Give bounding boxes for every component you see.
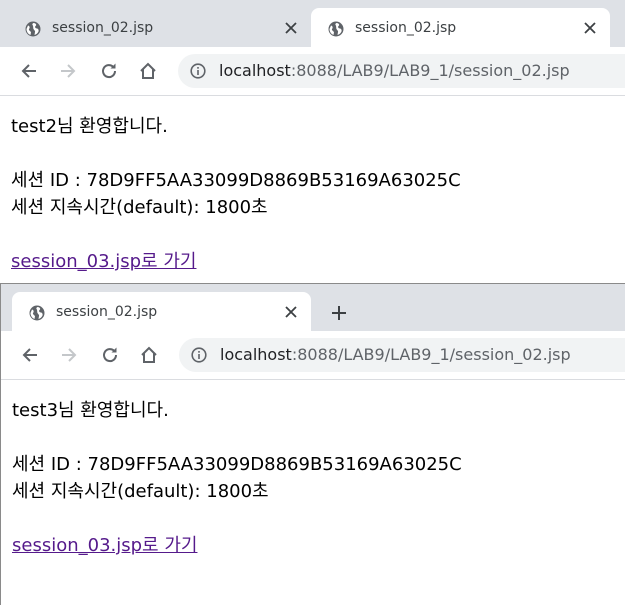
tab-session-02-active[interactable]: session_02.jsp [12, 292, 311, 331]
tab-strip: session_02.jsp [1, 284, 625, 331]
close-icon[interactable] [583, 21, 597, 35]
url-host: localhost [220, 345, 292, 364]
browser-window-2: session_02.jsp localhost:8088/LAB9/LAB9_… [0, 284, 625, 605]
browser-toolbar: localhost:8088/LAB9/LAB9_1/session_02.js… [1, 331, 625, 380]
tab-title: session_02.jsp [355, 20, 457, 36]
back-icon[interactable] [19, 61, 39, 81]
tab-strip: session_02.jsp session_02.jsp [0, 0, 625, 47]
url-host: localhost [219, 61, 291, 80]
reload-icon[interactable] [99, 61, 119, 81]
forward-icon[interactable] [59, 345, 79, 365]
close-icon[interactable] [284, 305, 298, 319]
home-icon[interactable] [139, 345, 159, 365]
tab-session-02-inactive[interactable]: session_02.jsp [8, 8, 310, 47]
globe-icon [25, 21, 41, 37]
session-03-link[interactable]: session_03.jsp로 가기 [12, 531, 197, 557]
session-id-text: 세션 ID : 78D9FF5AA33099D8869B53169A63025C [11, 170, 461, 191]
welcome-text: test3님 환영합니다. [12, 400, 169, 421]
browser-window-1: session_02.jsp session_02.jsp localhost:… [0, 0, 625, 283]
globe-icon [328, 21, 344, 37]
url-path: :8088/LAB9/LAB9_1/session_02.jsp [291, 345, 571, 364]
info-icon[interactable] [190, 63, 206, 79]
forward-icon[interactable] [58, 61, 78, 81]
tab-session-02-active[interactable]: session_02.jsp [311, 8, 610, 47]
globe-icon [29, 305, 45, 321]
address-bar[interactable]: localhost:8088/LAB9/LAB9_1/session_02.js… [178, 54, 625, 88]
browser-toolbar: localhost:8088/LAB9/LAB9_1/session_02.js… [0, 47, 625, 96]
session-timeout-text: 세션 지속시간(default): 1800초 [11, 197, 268, 218]
session-timeout-text: 세션 지속시간(default): 1800초 [12, 481, 269, 502]
tab-title: session_02.jsp [52, 20, 154, 36]
close-icon[interactable] [284, 21, 298, 35]
info-icon[interactable] [191, 347, 207, 363]
address-url: localhost:8088/LAB9/LAB9_1/session_02.js… [219, 61, 570, 80]
session-03-link[interactable]: session_03.jsp로 가기 [11, 247, 196, 273]
session-id-text: 세션 ID : 78D9FF5AA33099D8869B53169A63025C [12, 454, 462, 475]
reload-icon[interactable] [100, 345, 120, 365]
home-icon[interactable] [138, 61, 158, 81]
tab-title: session_02.jsp [56, 304, 158, 320]
address-bar[interactable]: localhost:8088/LAB9/LAB9_1/session_02.js… [179, 338, 625, 372]
address-url: localhost:8088/LAB9/LAB9_1/session_02.js… [220, 345, 571, 364]
back-icon[interactable] [20, 345, 40, 365]
new-tab-icon[interactable] [330, 304, 348, 322]
welcome-text: test2님 환영합니다. [11, 116, 168, 137]
url-path: :8088/LAB9/LAB9_1/session_02.jsp [290, 61, 570, 80]
